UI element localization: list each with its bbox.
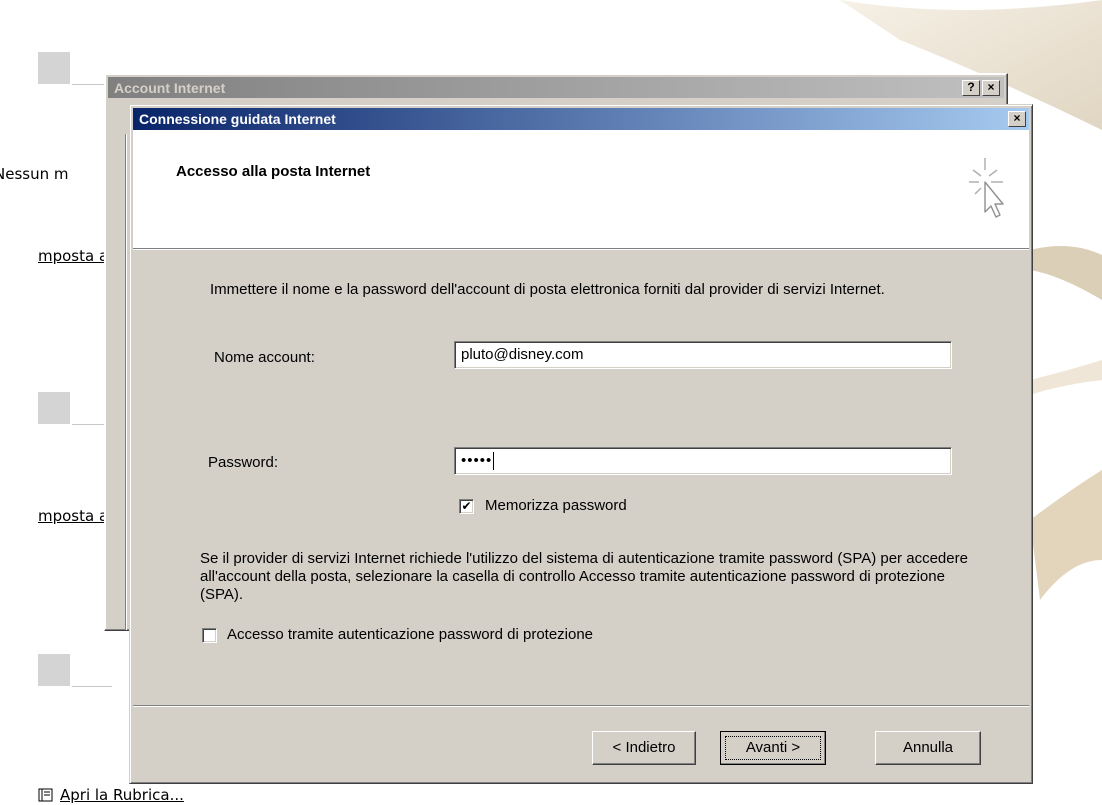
cancel-button[interactable]: Annulla — [875, 731, 981, 765]
account-internet-title: Account Internet — [114, 80, 226, 96]
text-caret — [493, 452, 495, 470]
internet-connection-wizard: Connessione guidata Internet × Accesso a… — [129, 104, 1033, 784]
setup-account-link-2[interactable]: mposta a — [38, 507, 108, 525]
wizard-title: Connessione guidata Internet — [139, 111, 336, 127]
password-field[interactable]: ••••• — [454, 447, 952, 475]
section-marker-2 — [38, 392, 70, 424]
tab-panel-edge — [125, 134, 127, 630]
account-name-value: pluto@disney.com — [461, 346, 584, 363]
password-masked-value: ••••• — [461, 452, 493, 469]
remember-password-label[interactable]: Memorizza password — [485, 497, 627, 515]
spa-description-text: Se il provider di servizi Internet richi… — [200, 550, 968, 603]
spa-checkbox-label[interactable]: Accesso tramite autenticazione password … — [227, 626, 593, 644]
intro-text: Immettere il nome e la password dell'acc… — [210, 281, 885, 298]
no-message-text: Nessun m — [0, 165, 69, 183]
remember-password-checkbox[interactable]: ✔ — [459, 499, 474, 514]
page-title: Accesso alla posta Internet — [176, 163, 371, 180]
section-marker-1 — [38, 52, 70, 84]
close-icon[interactable]: × — [982, 80, 1000, 96]
close-icon[interactable]: × — [1008, 111, 1026, 127]
setup-account-link-1[interactable]: mposta a — [38, 247, 108, 265]
wizard-cursor-icon — [969, 158, 1004, 218]
password-label: Password: — [208, 454, 279, 471]
help-button[interactable]: ? — [962, 80, 980, 96]
next-button[interactable]: Avanti > — [720, 731, 826, 765]
wizard-titlebar[interactable]: Connessione guidata Internet × — [133, 108, 1029, 130]
section-marker-3 — [38, 654, 70, 686]
footer-separator — [133, 705, 1029, 707]
account-internet-titlebar[interactable]: Account Internet ? × — [108, 77, 1004, 98]
wizard-header: Accesso alla posta Internet — [133, 130, 1029, 249]
open-address-book-link[interactable]: Apri la Rubrica... — [60, 786, 184, 804]
spa-checkbox[interactable] — [202, 628, 217, 643]
next-button-label: Avanti > — [745, 739, 801, 756]
account-name-label: Nome account: — [214, 349, 315, 366]
section-divider-3 — [72, 686, 112, 687]
header-separator — [133, 249, 1029, 250]
back-button[interactable]: < Indietro — [592, 731, 696, 765]
address-book-icon — [38, 788, 53, 802]
account-name-field[interactable]: pluto@disney.com — [454, 341, 952, 369]
